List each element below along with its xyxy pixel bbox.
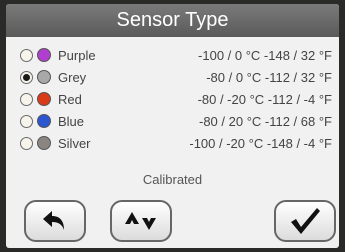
radio-button[interactable] [20,93,33,106]
sensor-type-screen: Sensor Type Purple -100 / 0 °C -148 / 32… [6,4,339,248]
up-down-arrows-icon [123,208,159,234]
sensor-range: -80 / 0 °C -112 / 32 °F [206,70,332,85]
sensor-name: Purple [58,48,96,63]
sensor-range: -80 / -20 °C -112 / -4 °F [197,92,332,107]
radio-button[interactable] [20,137,33,150]
color-swatch [37,114,51,128]
radio-button[interactable] [20,49,33,62]
sensor-range: -100 / 0 °C -148 / 32 °F [198,48,332,63]
sensor-option-purple[interactable]: Purple -100 / 0 °C -148 / 32 °F [20,45,336,67]
page-title: Sensor Type [6,4,339,37]
sensor-option-red[interactable]: Red -80 / -20 °C -112 / -4 °F [20,89,336,111]
back-arrow-icon [40,208,70,234]
sensor-range: -100 / -20 °C -148 / -4 °F [189,136,332,151]
sensor-option-silver[interactable]: Silver -100 / -20 °C -148 / -4 °F [20,133,336,155]
sensor-option-grey[interactable]: Grey -80 / 0 °C -112 / 32 °F [20,67,336,89]
sensor-name: Silver [58,136,91,151]
sensor-option-blue[interactable]: Blue -80 / 20 °C -112 / 68 °F [20,111,336,133]
radio-button[interactable] [20,71,33,84]
radio-button[interactable] [20,115,33,128]
confirm-button[interactable] [274,200,336,242]
color-swatch [37,92,51,106]
status-text: Calibrated [142,172,203,187]
checkmark-icon [288,206,322,236]
sensor-name: Grey [58,70,87,85]
sensor-name: Red [58,92,82,107]
color-swatch [37,48,51,62]
sort-button[interactable] [110,200,172,242]
back-button[interactable] [24,200,86,242]
sensor-range: -80 / 20 °C -112 / 68 °F [199,114,332,129]
sensor-name: Blue [58,114,85,129]
color-swatch [37,70,51,84]
color-swatch [37,136,51,150]
